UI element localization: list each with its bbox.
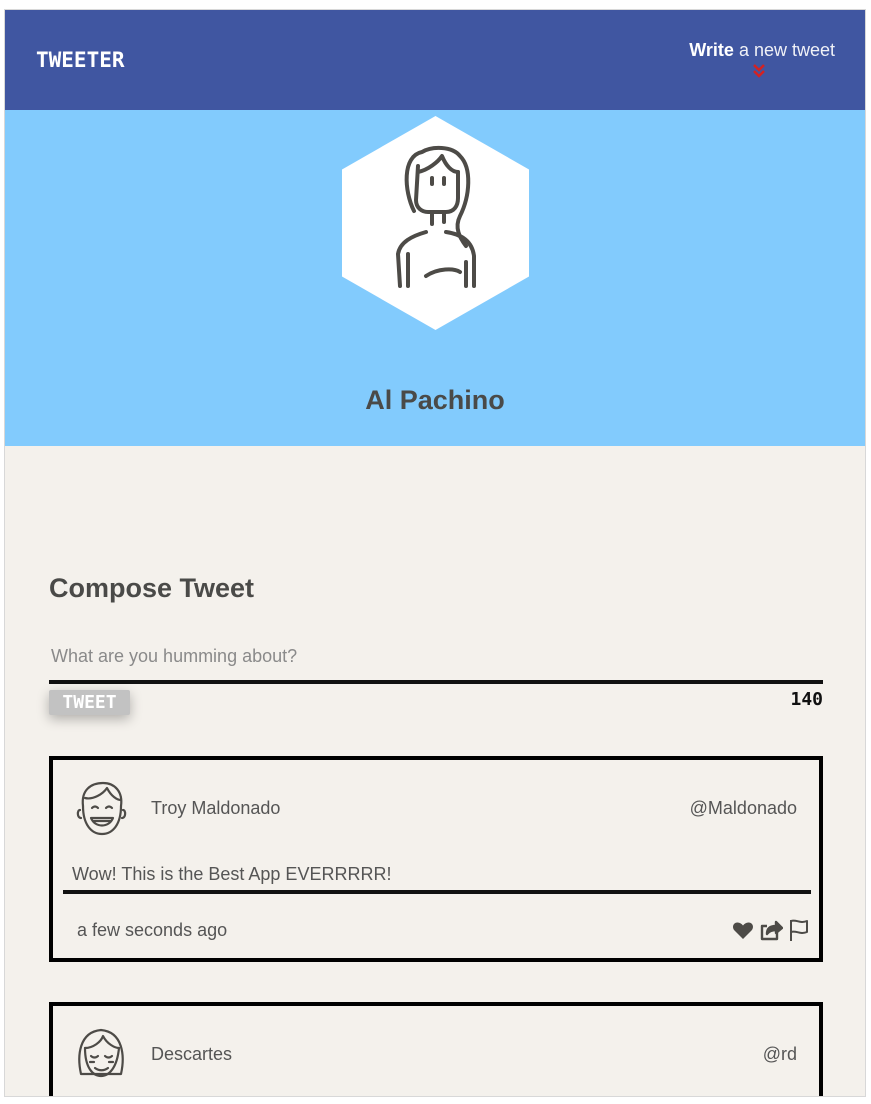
flag-icon[interactable]: [787, 918, 811, 942]
tweet-input[interactable]: [49, 632, 823, 684]
logo[interactable]: TWEETER: [36, 48, 125, 72]
share-icon[interactable]: [759, 918, 784, 942]
char-counter: 140: [790, 689, 823, 710]
tweet-divider: [63, 890, 811, 894]
compose-title: Compose Tweet: [49, 573, 255, 603]
girl-avatar-icon: [78, 1028, 124, 1078]
write-label: Write: [689, 40, 734, 60]
tweet-author-name: Troy Maldonado: [151, 798, 281, 818]
tweet-timestamp: a few seconds ago: [77, 920, 228, 940]
tweet-author-handle: @rd: [762, 1044, 797, 1064]
profile-banner: Al Pachino: [5, 110, 865, 446]
boy-avatar-icon: [76, 781, 127, 836]
write-rest-label: a new tweet: [733, 40, 835, 60]
tweet-author-handle: @Maldonado: [689, 798, 797, 818]
tweet-author-name: Descartes: [151, 1044, 233, 1064]
write-new-tweet-link[interactable]: Write a new tweet: [689, 40, 835, 61]
heart-icon[interactable]: [731, 918, 755, 942]
tweet-content: Wow! This is the Best App EVERRRRR!: [72, 864, 392, 884]
profile-name: Al Pachino: [365, 385, 505, 415]
page-frame: TWEETER Write a new tweet Al Pachino Com…: [4, 9, 866, 1097]
profile-avatar-hexagon: [342, 116, 529, 330]
tweet-card: Descartes @rd: [49, 1002, 823, 1096]
chevron-double-down-icon[interactable]: [752, 63, 766, 79]
tweet-card: Troy Maldonado @Maldonado Wow! This is t…: [49, 756, 823, 962]
tweet-button[interactable]: TWEET: [49, 690, 130, 715]
tweet-actions: [731, 917, 811, 943]
navbar: TWEETER Write a new tweet: [5, 10, 865, 110]
